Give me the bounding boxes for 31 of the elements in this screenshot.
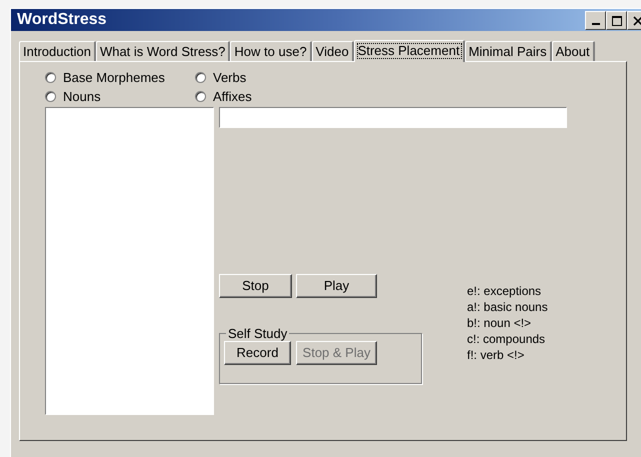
minimize-icon [592,23,600,25]
legend-line: b!: noun <!> [467,315,532,331]
maximize-button[interactable] [606,11,627,30]
radio-label: Nouns [63,88,101,106]
push-button[interactable]: Record [224,340,291,364]
radio-button[interactable] [45,91,56,102]
legend-line: a!: basic nouns [467,299,548,315]
push-button[interactable]: Play [296,274,377,298]
close-icon [632,16,641,26]
tab[interactable]: About [552,41,595,61]
maximize-icon [612,16,622,26]
radio-label: Base Morphemes [63,68,165,87]
minimize-button[interactable] [585,11,606,30]
push-button[interactable]: Stop [219,274,292,298]
radio-label: Verbs [213,68,246,87]
tab[interactable]: Minimal Pairs [464,41,552,61]
radio-button[interactable] [195,91,206,102]
tab[interactable]: Video [312,41,354,61]
tab[interactable]: Stress Placement [354,40,465,62]
tab[interactable]: What is Word Stress? [96,41,230,61]
radio-button[interactable] [45,72,56,83]
window-title: WordStress [17,10,107,30]
legend-line: e!: exceptions [467,283,542,299]
radio-button[interactable] [195,72,206,83]
legend-line: f!: verb <!> [467,347,526,363]
tab[interactable]: Introduction [19,41,96,61]
radio-label: Affixes [213,88,252,106]
legend-line: c!: compounds [467,331,546,347]
group-title: Self Study [227,325,288,343]
tab[interactable]: How to use? [230,41,312,61]
text-field[interactable] [219,107,567,128]
